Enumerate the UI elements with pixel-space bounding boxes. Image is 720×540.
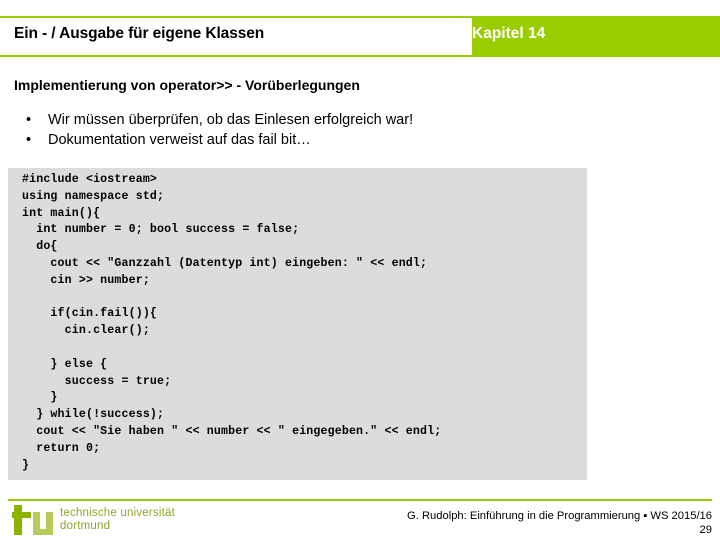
page-number: 29	[699, 524, 712, 536]
footer-divider	[8, 499, 712, 501]
code-listing: #include <iostream> using namespace std;…	[22, 173, 442, 472]
slide-title: Ein - / Ausgabe für eigene Klassen	[14, 25, 265, 42]
list-item-label: Wir müssen überprüfen, ob das Einlesen e…	[48, 112, 414, 128]
tu-logo-icon	[12, 505, 53, 535]
tu-dortmund-logo: technische universität dortmund	[12, 505, 212, 537]
slide-header: Ein - / Ausgabe für eigene Klassen Kapit…	[0, 16, 720, 57]
code-block: #include <iostream> using namespace std;…	[8, 168, 587, 480]
tu-logo-line-1: technische universität	[60, 507, 175, 519]
bullet-icon: •	[26, 112, 32, 128]
list-item: • Wir müssen überprüfen, ob das Einlesen…	[22, 110, 413, 130]
list-item: • Dokumentation verweist auf das fail bi…	[22, 130, 413, 150]
list-item-label: Dokumentation verweist auf das fail bit…	[48, 132, 311, 148]
bullet-icon: •	[26, 132, 32, 148]
chapter-label: Kapitel 14	[472, 25, 546, 42]
bullet-list: • Wir müssen überprüfen, ob das Einlesen…	[22, 110, 413, 150]
footer-citation: G. Rudolph: Einführung in die Programmie…	[407, 510, 712, 522]
tu-logo-wordmark: technische universität dortmund	[60, 507, 175, 533]
tu-logo-line-2: dortmund	[60, 520, 111, 532]
content-subtitle: Implementierung von operator>> - Vorüber…	[14, 77, 360, 93]
